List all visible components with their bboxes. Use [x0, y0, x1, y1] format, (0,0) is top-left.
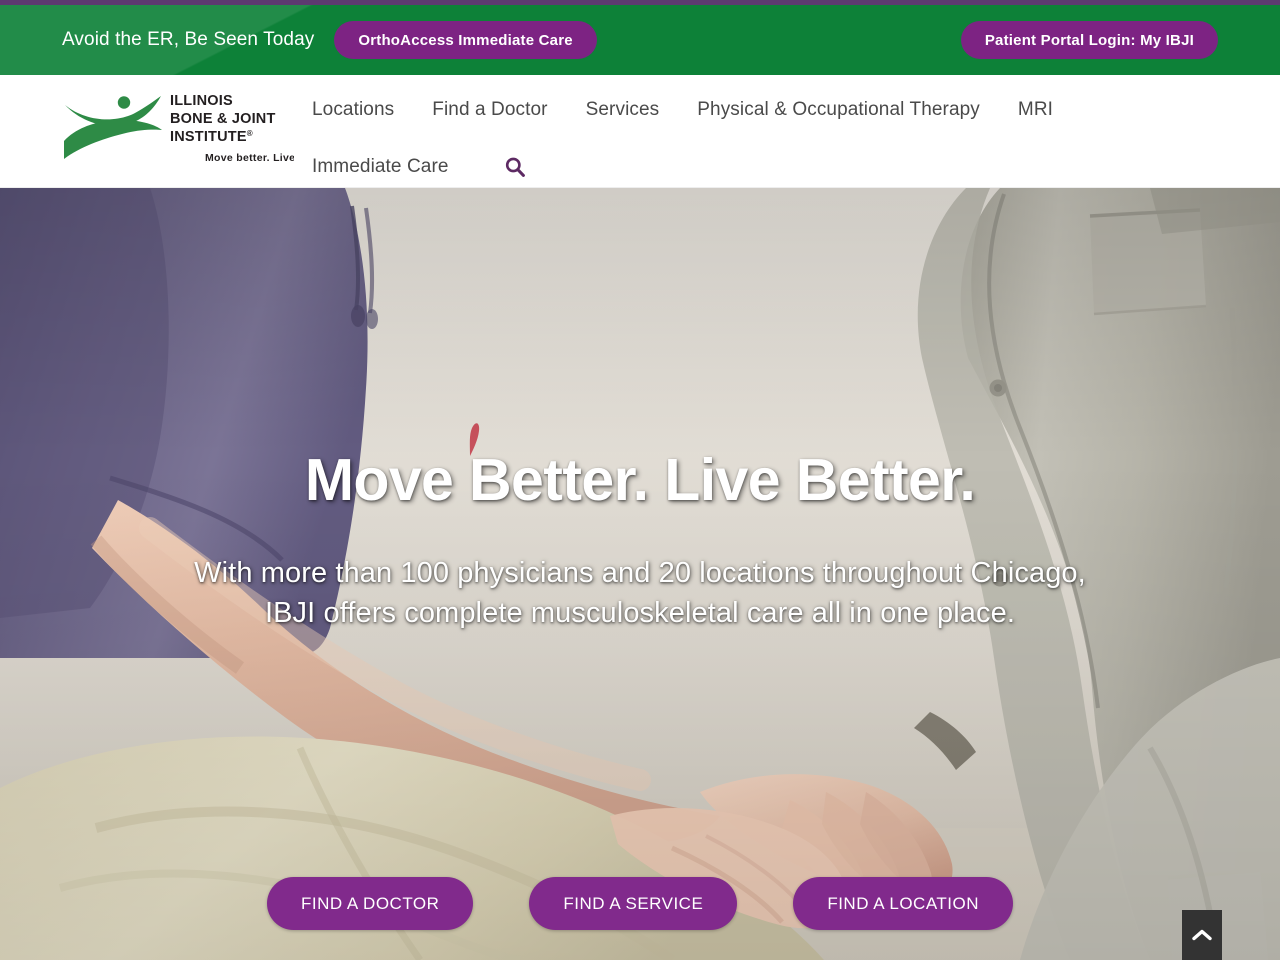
logo-wordmark: ILLINOIS BONE & JOINT INSTITUTE®	[170, 93, 276, 145]
patient-portal-login-button[interactable]: Patient Portal Login: My IBJI	[960, 21, 1218, 59]
logo-tagline: Move better. Live better.	[205, 152, 294, 164]
page-root: Avoid the ER, Be Seen Today OrthoAccess …	[0, 0, 1280, 960]
search-icon	[505, 157, 525, 177]
nav-item-mri[interactable]: MRI	[1018, 99, 1053, 121]
nav-item-locations[interactable]: Locations	[312, 99, 394, 121]
svg-text:INSTITUTE®: INSTITUTE®	[170, 129, 253, 145]
svg-text:ILLINOIS: ILLINOIS	[170, 93, 233, 109]
hero-section: Move Better. Live Better. With more than…	[0, 188, 1280, 960]
orthoaccess-immediate-care-button[interactable]: OrthoAccess Immediate Care	[334, 21, 597, 59]
utility-bar-inner: Avoid the ER, Be Seen Today OrthoAccess …	[0, 5, 1280, 75]
find-a-service-button[interactable]: FIND A SERVICE	[529, 877, 738, 930]
site-header: ILLINOIS BONE & JOINT INSTITUTE® Move be…	[0, 75, 1280, 188]
nav-row-secondary: Immediate Care	[312, 147, 531, 187]
nav-item-physical-occupational-therapy[interactable]: Physical & Occupational Therapy	[697, 99, 980, 121]
find-a-doctor-button[interactable]: FIND A DOCTOR	[266, 877, 474, 930]
find-a-location-button[interactable]: FIND A LOCATION	[793, 877, 1014, 930]
hero-cta-group: FIND A DOCTOR FIND A SERVICE FIND A LOCA…	[0, 877, 1280, 930]
nav-row-primary: Locations Find a Doctor Services Physica…	[312, 87, 1053, 133]
logo-runner-mark	[64, 96, 162, 159]
hero-content: Move Better. Live Better. With more than…	[0, 188, 1280, 960]
hero-headline: Move Better. Live Better.	[304, 447, 976, 513]
hero-subheadline-line-1: With more than 100 physicians and 20 loc…	[194, 557, 1086, 589]
svg-text:BONE & JOINT: BONE & JOINT	[170, 111, 276, 127]
chevron-up-icon	[1192, 929, 1212, 941]
search-button[interactable]	[499, 151, 531, 183]
scroll-to-top-button[interactable]	[1182, 910, 1222, 960]
hero-subheadline-line-2: IBJI offers complete musculoskeletal car…	[264, 597, 1016, 630]
nav-item-services[interactable]: Services	[586, 99, 660, 121]
utility-tagline: Avoid the ER, Be Seen Today	[62, 29, 315, 50]
utility-bar-right: Patient Portal Login: My IBJI	[960, 5, 1218, 75]
utility-bar: Avoid the ER, Be Seen Today OrthoAccess …	[0, 5, 1280, 75]
primary-navigation: Locations Find a Doctor Services Physica…	[312, 75, 1212, 188]
site-logo[interactable]: ILLINOIS BONE & JOINT INSTITUTE® Move be…	[62, 89, 294, 167]
nav-item-immediate-care[interactable]: Immediate Care	[312, 156, 449, 178]
hero-subheadline: With more than 100 physicians and 20 loc…	[0, 553, 1280, 633]
utility-bar-left: Avoid the ER, Be Seen Today OrthoAccess …	[62, 5, 597, 75]
nav-item-find-a-doctor[interactable]: Find a Doctor	[432, 99, 547, 121]
